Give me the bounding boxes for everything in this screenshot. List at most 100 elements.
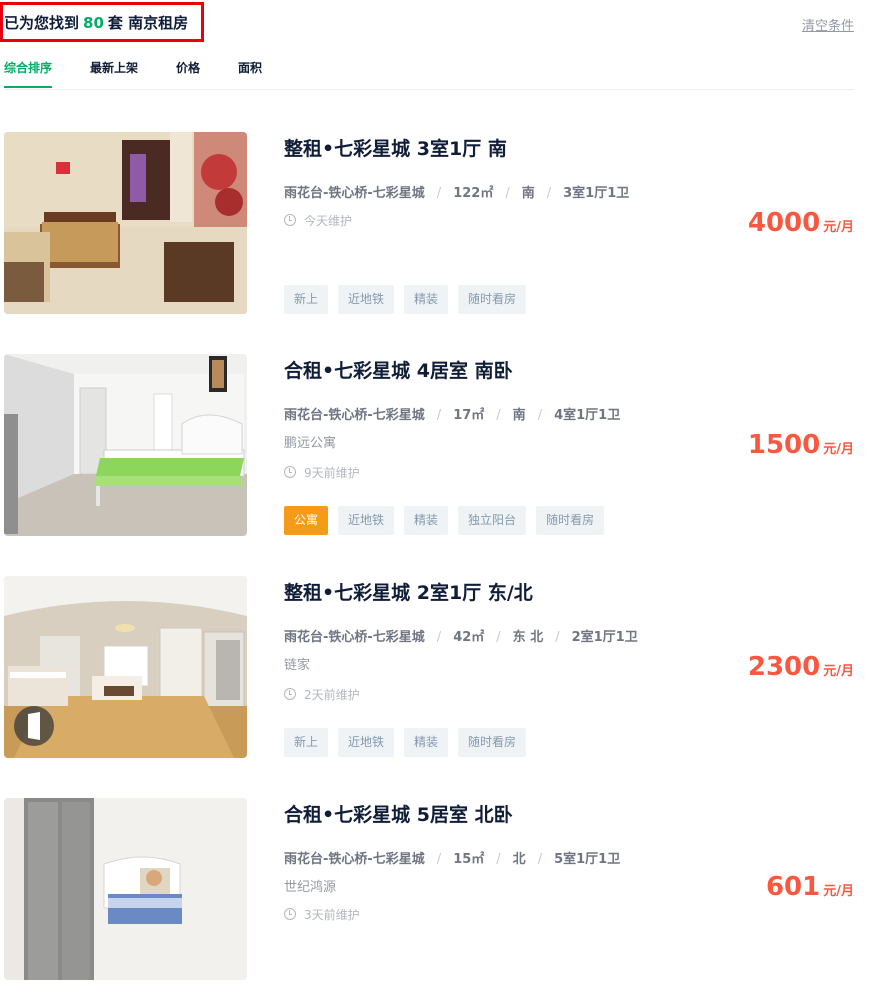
- tab-sort-area[interactable]: 面积: [238, 59, 262, 88]
- maintenance-time: 3天前维护: [284, 906, 360, 923]
- meta-separator: /: [505, 186, 510, 201]
- tag: 新上: [284, 728, 329, 757]
- apartment-tag: 公寓: [284, 506, 329, 535]
- tab-sort-price[interactable]: 价格: [176, 59, 200, 88]
- listing-layout: 2室1厅1卫: [571, 630, 638, 645]
- listing-brand: 世纪鸿源: [284, 880, 337, 895]
- clock-icon: [284, 908, 296, 920]
- listing-meta: 雨花台-铁心桥-七彩星城 / 17㎡ / 南 / 4室1厅1卫: [284, 404, 620, 423]
- maintenance-text: 2天前维护: [304, 688, 360, 702]
- listing-meta: 雨花台-铁心桥-七彩星城 / 122㎡ / 南 / 3室1厅1卫: [284, 182, 629, 201]
- tag: 精装: [404, 506, 449, 535]
- meta-separator: /: [546, 186, 552, 201]
- tag: 随时看房: [458, 285, 527, 314]
- listing-price: 4000 元/月: [748, 208, 854, 238]
- tag: 精装: [404, 728, 449, 757]
- price-unit: 元/月: [823, 442, 854, 457]
- listing-location[interactable]: 雨花台-铁心桥-七彩星城: [284, 408, 425, 423]
- result-prefix: 已为您找到: [4, 14, 80, 32]
- price-unit: 元/月: [823, 664, 854, 679]
- meta-separator: /: [496, 630, 501, 645]
- meta-separator: /: [537, 408, 543, 423]
- listing-area: 15㎡: [453, 852, 485, 867]
- listing-area: 17㎡: [453, 408, 485, 423]
- listing-price: 2300 元/月: [748, 652, 854, 682]
- listing-price: 601 元/月: [766, 872, 854, 902]
- tag: 独立阳台: [458, 506, 527, 535]
- maintenance-time: 今天维护: [284, 212, 352, 229]
- clock-icon: [284, 688, 296, 700]
- listing-tags: 新上 近地铁 精装 随时看房: [284, 728, 527, 757]
- tag: 新上: [284, 285, 329, 314]
- listing-item[interactable]: 整租•七彩星城 3室1厅 南 雨花台-铁心桥-七彩星城 / 122㎡ / 南 / 3室1厅1…: [0, 132, 885, 332]
- living-room-image: [4, 132, 247, 314]
- meta-separator: /: [436, 630, 442, 645]
- price-amount: 2300: [747, 652, 821, 682]
- listing-brand: 链家: [284, 658, 311, 673]
- meta-separator: /: [537, 852, 543, 867]
- listing-orientation: 北: [512, 852, 526, 867]
- listing-location[interactable]: 雨花台-铁心桥-七彩星城: [284, 852, 425, 867]
- listing-title[interactable]: 整租•七彩星城 3室1厅 南: [284, 134, 507, 161]
- listing-photo[interactable]: [4, 798, 247, 980]
- listing-location[interactable]: 雨花台-铁心桥-七彩星城: [284, 630, 425, 645]
- listing-title[interactable]: 合租•七彩星城 4居室 南卧: [284, 356, 513, 383]
- listing-orientation: 东 北: [512, 630, 544, 645]
- listing-tags: 公寓 近地铁 精装 独立阳台 随时看房: [284, 506, 605, 535]
- listing-photo[interactable]: [4, 354, 247, 536]
- maintenance-text: 今天维护: [304, 214, 353, 228]
- listing-photo[interactable]: [4, 576, 247, 758]
- meta-separator: /: [436, 852, 442, 867]
- listing-price: 1500 元/月: [748, 430, 854, 460]
- listing-area: 42㎡: [453, 630, 485, 645]
- listing-tags: 新上 近地铁 精装 随时看房: [284, 285, 527, 314]
- meta-separator: /: [555, 630, 560, 645]
- clock-icon: [284, 466, 296, 478]
- tag: 近地铁: [338, 285, 395, 314]
- listing-layout: 5室1厅1卫: [554, 852, 621, 867]
- maintenance-time: 2天前维护: [284, 686, 360, 703]
- listing-item[interactable]: 整租•七彩星城 2室1厅 东/北 雨花台-铁心桥-七彩星城 / 42㎡ / 东 北 / 2室…: [0, 576, 885, 776]
- tag: 近地铁: [338, 728, 395, 757]
- listing-brand: 鹏远公寓: [284, 436, 337, 451]
- tab-sort-newest[interactable]: 最新上架: [90, 59, 138, 88]
- meta-separator: /: [496, 408, 501, 423]
- listing-orientation: 南: [521, 186, 535, 201]
- listing-item[interactable]: 合租•七彩星城 5居室 北卧 雨花台-铁心桥-七彩星城 / 15㎡ / 北 / 5室1厅1卫…: [0, 798, 885, 998]
- bedroom-image: [4, 354, 247, 536]
- maintenance-text: 3天前维护: [304, 908, 360, 922]
- header-divider: [4, 89, 854, 90]
- maintenance-time: 9天前维护: [284, 464, 360, 481]
- result-summary: 已为您找到 80 套 南京租房: [4, 12, 188, 33]
- sort-tabs: 综合排序 最新上架 价格 面积: [4, 59, 300, 88]
- result-suffix: 套 南京租房: [107, 14, 189, 32]
- listing-area: 122㎡: [453, 186, 494, 201]
- meta-separator: /: [496, 852, 501, 867]
- tag: 精装: [404, 285, 449, 314]
- meta-separator: /: [436, 186, 442, 201]
- price-amount: 1500: [747, 430, 821, 460]
- small-bedroom-image: [4, 798, 247, 980]
- price-unit: 元/月: [823, 220, 854, 235]
- price-amount: 601: [765, 872, 821, 902]
- listing-photo[interactable]: [4, 132, 247, 314]
- tab-sort-default[interactable]: 综合排序: [4, 59, 53, 88]
- listing-orientation: 南: [512, 408, 526, 423]
- price-amount: 4000: [747, 208, 821, 238]
- tag: 随时看房: [458, 728, 527, 757]
- listing-title[interactable]: 整租•七彩星城 2室1厅 东/北: [284, 578, 533, 605]
- result-count: 80: [83, 14, 104, 32]
- results-header: 已为您找到 80 套 南京租房 清空条件 综合排序 最新上架 价格 面积: [0, 0, 885, 92]
- listing-layout: 4室1厅1卫: [554, 408, 621, 423]
- listing-location[interactable]: 雨花台-铁心桥-七彩星城: [284, 186, 425, 201]
- tag: 随时看房: [536, 506, 605, 535]
- listing-meta: 雨花台-铁心桥-七彩星城 / 15㎡ / 北 / 5室1厅1卫: [284, 848, 620, 867]
- tag: 近地铁: [338, 506, 395, 535]
- listing-title[interactable]: 合租•七彩星城 5居室 北卧: [284, 800, 513, 827]
- clock-icon: [284, 214, 296, 226]
- listing-meta: 雨花台-铁心桥-七彩星城 / 42㎡ / 东 北 / 2室1厅1卫: [284, 626, 638, 645]
- listing-item[interactable]: 合租•七彩星城 4居室 南卧 雨花台-铁心桥-七彩星城 / 17㎡ / 南 / 4室1厅1卫…: [0, 354, 885, 554]
- clear-filters-link[interactable]: 清空条件: [802, 15, 854, 34]
- price-unit: 元/月: [823, 884, 854, 899]
- meta-separator: /: [436, 408, 442, 423]
